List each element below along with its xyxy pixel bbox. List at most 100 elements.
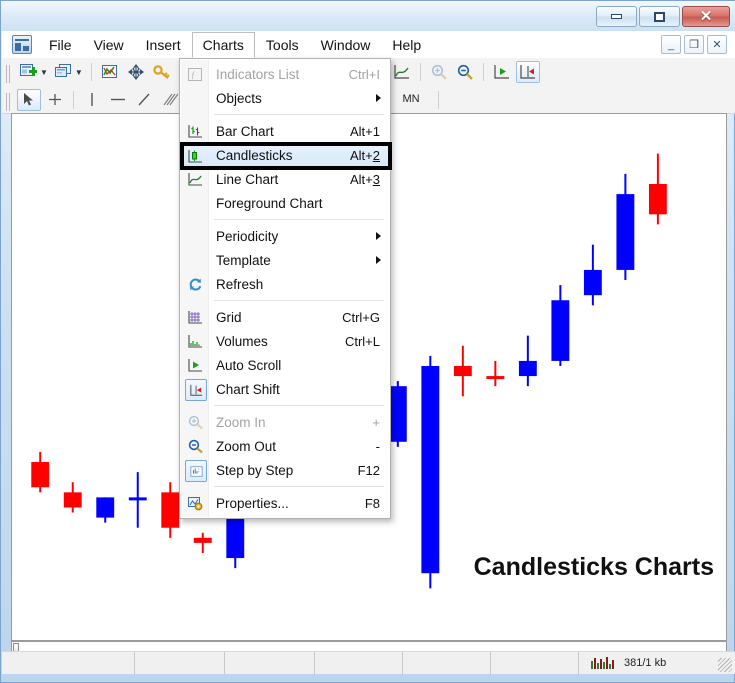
window-frame: ✕ File View Insert Charts Tools Window H… xyxy=(0,0,735,683)
menu-item-shortcut: Ctrl+L xyxy=(344,333,380,349)
menu-window[interactable]: Window xyxy=(310,32,382,58)
status-cell xyxy=(225,652,315,674)
auto-scroll-button[interactable] xyxy=(490,61,514,83)
mdi-minimize-button[interactable]: _ xyxy=(661,35,681,54)
menu-separator xyxy=(214,219,384,220)
new-chart-icon xyxy=(20,64,37,76)
resize-grip[interactable] xyxy=(718,658,732,672)
menu-item-periodicity[interactable]: Periodicity xyxy=(180,224,390,248)
line-chart-button[interactable] xyxy=(390,61,414,83)
candle-body xyxy=(193,537,212,543)
crosshair-icon xyxy=(127,64,144,80)
menu-item-line-chart[interactable]: Line Chart Alt+3 xyxy=(180,167,390,191)
crosshair-button[interactable] xyxy=(124,61,148,83)
vertical-line-tool[interactable] xyxy=(80,89,104,111)
menu-item-template[interactable]: Template xyxy=(180,248,390,272)
close-icon: ✕ xyxy=(699,8,713,25)
toolbar-separator xyxy=(73,90,74,109)
menu-item-volumes[interactable]: Volumes Ctrl+L xyxy=(180,329,390,353)
zoom-out-icon xyxy=(457,64,473,80)
autotrading-button[interactable] xyxy=(150,61,174,83)
menu-item-shortcut: Alt+2 xyxy=(350,147,380,163)
menu-item-foreground-chart[interactable]: Foreground Chart xyxy=(180,191,390,215)
menu-separator xyxy=(214,486,384,487)
minimize-icon xyxy=(611,14,622,19)
menu-item-label: Objects xyxy=(216,90,262,106)
menu-item-bar-chart[interactable]: Bar Chart Alt+1 xyxy=(180,119,390,143)
menu-item-label: Grid xyxy=(216,309,242,325)
auto-scroll-icon xyxy=(185,355,205,375)
crosshair-tool[interactable] xyxy=(43,89,67,111)
profiles-caret-icon[interactable]: ▼ xyxy=(75,68,83,77)
menu-item-label: Line Chart xyxy=(216,171,279,187)
window-minimize-button[interactable] xyxy=(596,6,637,27)
toolbar-grip[interactable] xyxy=(6,65,12,83)
step-by-step-icon xyxy=(185,460,207,482)
cursor-tool[interactable] xyxy=(17,88,41,111)
menu-item-label: Refresh xyxy=(216,276,264,292)
menu-item-zoom-out[interactable]: Zoom Out - xyxy=(180,434,390,458)
menu-view[interactable]: View xyxy=(83,32,135,58)
indicators-list-icon: ƒ xyxy=(185,64,205,84)
menu-item-refresh[interactable]: Refresh xyxy=(180,272,390,296)
menu-item-label: Chart Shift xyxy=(216,381,280,397)
menu-item-chart-shift[interactable]: Chart Shift xyxy=(180,377,390,401)
channel-icon xyxy=(163,93,178,106)
menu-item-objects[interactable]: Objects xyxy=(180,86,390,110)
horizontal-line-tool[interactable] xyxy=(106,89,130,111)
crosshair-icon xyxy=(49,94,61,105)
candle-body xyxy=(583,269,602,296)
menu-item-grid[interactable]: Grid Ctrl+G xyxy=(180,305,390,329)
metatrader-window: ✕ File View Insert Charts Tools Window H… xyxy=(0,0,735,683)
zoom-in-icon xyxy=(431,64,447,80)
candle-body xyxy=(518,360,537,377)
status-cell xyxy=(2,652,135,674)
menu-item-step-by-step[interactable]: Step by Step F12 xyxy=(180,458,390,482)
zoom-in-button[interactable] xyxy=(427,61,451,83)
menu-file[interactable]: File xyxy=(38,32,83,58)
menu-help[interactable]: Help xyxy=(381,32,432,58)
mdi-restore-button[interactable]: ❐ xyxy=(684,35,704,54)
indicators-button[interactable] xyxy=(98,61,122,83)
timeframe-mn[interactable]: MN xyxy=(396,89,427,110)
candle-body xyxy=(453,365,472,377)
menu-item-candlesticks[interactable]: Candlesticks Alt+2 xyxy=(180,143,390,167)
menu-charts[interactable]: Charts xyxy=(191,31,255,58)
charts-dropdown-menu: ƒ Indicators List Ctrl+I Objects Bar Cha… xyxy=(179,58,392,519)
menu-item-label: Volumes xyxy=(216,333,268,349)
window-close-button[interactable]: ✕ xyxy=(682,6,730,27)
toolbar-grip[interactable] xyxy=(6,92,12,111)
menu-item-zoom-in[interactable]: Zoom In + xyxy=(180,410,390,434)
chart-shift-icon xyxy=(520,65,535,79)
refresh-icon xyxy=(185,274,205,294)
menu-item-shortcut: F8 xyxy=(364,495,380,511)
menu-item-properties[interactable]: Properties... F8 xyxy=(180,491,390,515)
mdi-close-button[interactable]: ✕ xyxy=(707,35,727,54)
candle-body xyxy=(551,300,570,361)
menu-item-auto-scroll[interactable]: Auto Scroll xyxy=(180,353,390,377)
new-chart-caret-icon[interactable]: ▼ xyxy=(40,68,48,77)
profiles-button[interactable] xyxy=(52,61,76,83)
menu-insert[interactable]: Insert xyxy=(135,32,192,58)
menu-tools[interactable]: Tools xyxy=(255,32,310,58)
window-maximize-button[interactable] xyxy=(639,6,680,27)
properties-icon xyxy=(185,493,205,513)
menu-item-shortcut: + xyxy=(372,414,380,430)
new-chart-button[interactable] xyxy=(17,61,41,83)
chart-shift-button[interactable] xyxy=(515,61,540,83)
vertical-line-icon xyxy=(91,93,93,106)
menu-separator xyxy=(214,300,384,301)
horizontal-line-icon xyxy=(111,98,125,101)
menu-separator xyxy=(214,405,384,406)
candle-body xyxy=(486,376,505,380)
menu-item-shortcut: Ctrl+I xyxy=(348,66,380,82)
auto-scroll-icon xyxy=(494,65,509,79)
toolbar-separator xyxy=(90,63,92,81)
trendline-tool[interactable] xyxy=(132,89,156,111)
submenu-arrow-icon xyxy=(376,256,381,264)
candle-body xyxy=(128,497,147,501)
zoom-out-button[interactable] xyxy=(453,61,477,83)
menu-items: File View Insert Charts Tools Window Hel… xyxy=(38,31,432,58)
bar-chart-icon xyxy=(185,121,205,141)
menu-item-indicators-list[interactable]: ƒ Indicators List Ctrl+I xyxy=(180,62,390,86)
